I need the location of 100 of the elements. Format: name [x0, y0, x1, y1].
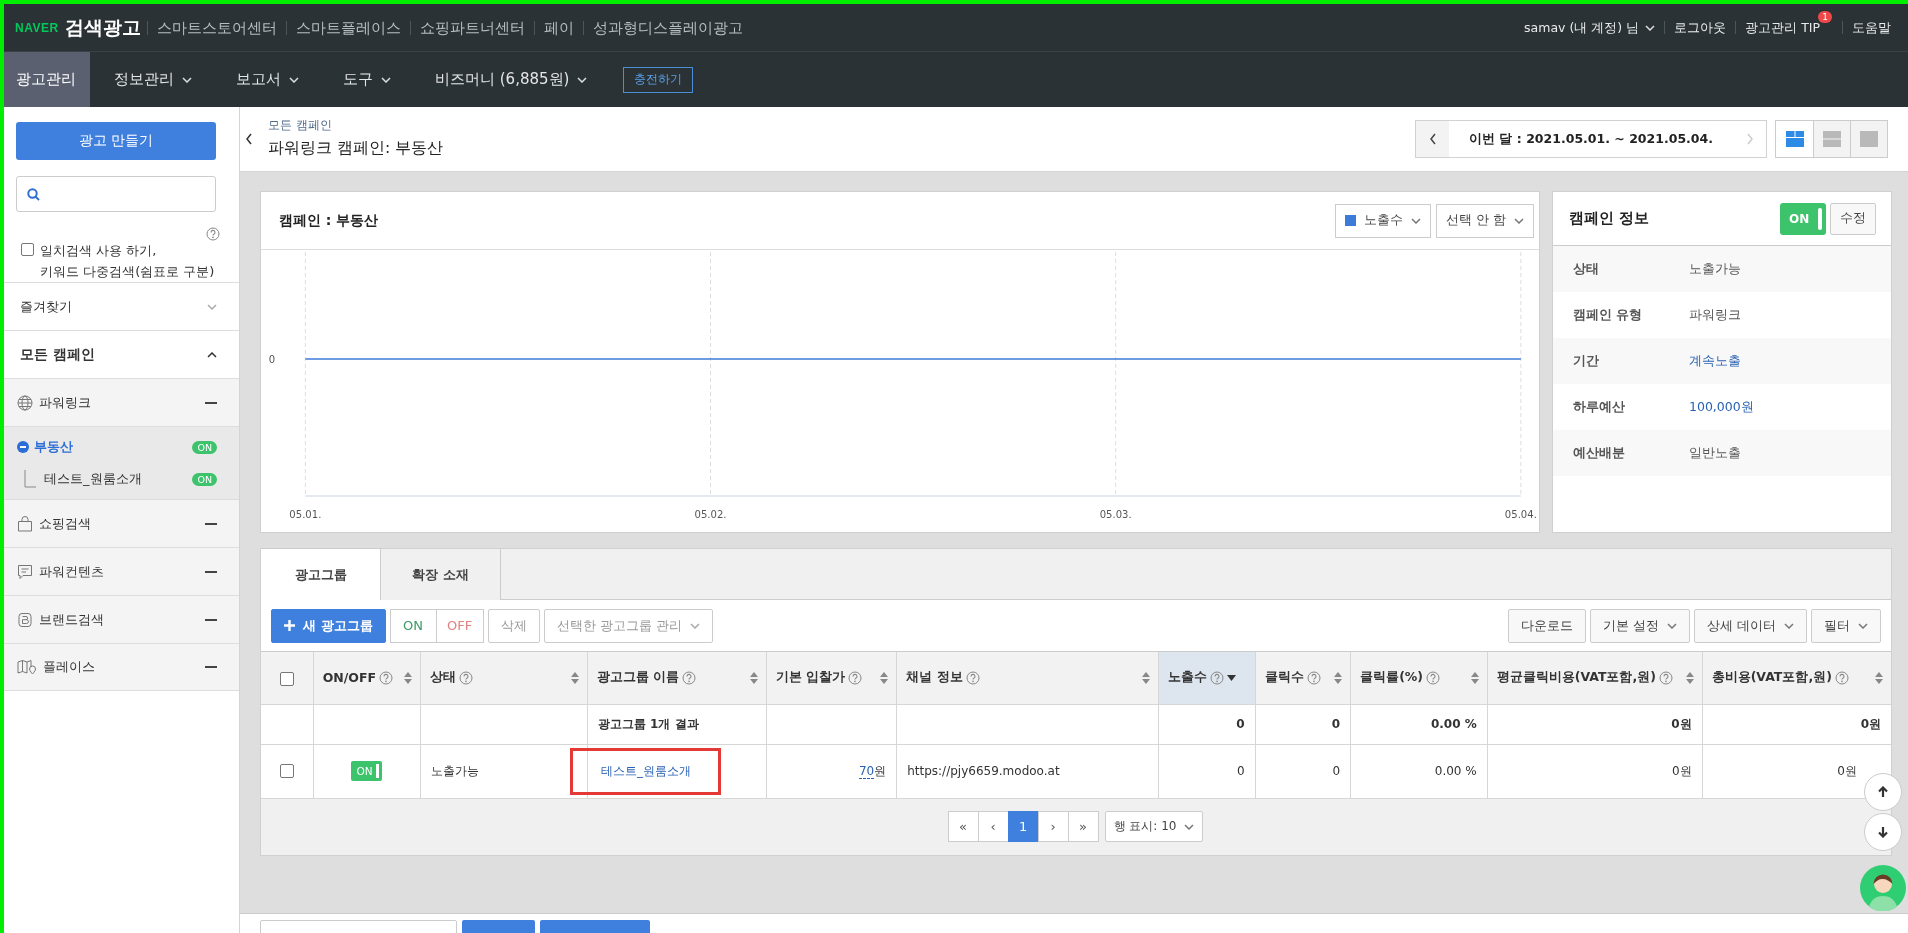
- table-cell: 0.00 %: [1350, 704, 1488, 744]
- user-menu[interactable]: samav (내 계정) 님: [1524, 21, 1640, 34]
- search-field[interactable]: [16, 176, 216, 212]
- top-link[interactable]: 쇼핑파트너센터: [409, 20, 534, 35]
- charge-button[interactable]: 충전하기: [623, 66, 694, 93]
- help-icon: [1210, 670, 1225, 685]
- unit-label: 원: [874, 763, 887, 778]
- create-ad-button[interactable]: 광고 만들기: [16, 122, 216, 160]
- speech-bubble-icon: [17, 563, 33, 580]
- table-cell: 노출가능: [420, 744, 588, 798]
- logout-link[interactable]: 로그아웃: [1664, 21, 1736, 34]
- minus-icon: [205, 666, 217, 668]
- previous-period-button[interactable]: [1416, 121, 1450, 157]
- view-mode-button[interactable]: [1850, 121, 1887, 157]
- field-label: 상태: [1573, 260, 1600, 278]
- tab[interactable]: 확장 소재: [381, 549, 501, 600]
- ad-group-item[interactable]: 테스트_원룸소개 ON: [4, 463, 239, 495]
- first-page-button[interactable]: «: [947, 811, 979, 843]
- top-link[interactable]: 스마트플레이스: [285, 20, 410, 35]
- nav-tab[interactable]: 도구: [331, 52, 411, 107]
- favorites-row[interactable]: 즐겨찾기: [4, 282, 239, 330]
- on-button[interactable]: ON: [389, 608, 437, 643]
- new-ad-group-button[interactable]: 새 광고그룹: [271, 608, 386, 643]
- campaign-type-label: 파워컨텐츠: [39, 562, 104, 581]
- nav-tab[interactable]: 보고서: [224, 52, 319, 107]
- campaign-type-row[interactable]: 플레이스: [4, 643, 239, 691]
- metric-dropdown[interactable]: 노출수: [1335, 203, 1432, 238]
- column-header[interactable]: ON/OFF: [313, 652, 421, 704]
- column-header[interactable]: 상태: [420, 652, 588, 704]
- options-dropdown[interactable]: 기본 설정: [1589, 608, 1690, 643]
- notification-badge: 1: [1818, 11, 1832, 23]
- options-dropdown[interactable]: 상세 데이터: [1693, 608, 1807, 643]
- tab[interactable]: 광고그룹: [261, 548, 381, 600]
- table-cell: https://pjy6659.modoo.at: [896, 744, 1159, 798]
- column-header[interactable]: 총비용(VAT포함,원): [1702, 652, 1891, 704]
- field-link[interactable]: 100,000원: [1689, 398, 1754, 416]
- column-header[interactable]: 광고그룹 이름: [587, 652, 767, 704]
- brand-icon: [17, 611, 33, 628]
- chevron-down-icon: [1858, 622, 1868, 629]
- checkbox[interactable]: [279, 764, 294, 779]
- help-icon: [1426, 670, 1441, 685]
- sort-icon: [1470, 671, 1479, 684]
- chat-avatar-icon[interactable]: [1860, 865, 1906, 911]
- field-link[interactable]: 계속노출: [1689, 352, 1741, 370]
- minus-icon: [205, 522, 217, 525]
- chevron-down-icon: [182, 76, 192, 83]
- view-mode-button[interactable]: [1813, 121, 1850, 157]
- page-size-dropdown[interactable]: 행 표시: 10: [1104, 811, 1204, 843]
- column-header[interactable]: 노출수: [1158, 652, 1256, 704]
- campaign-type-row[interactable]: 브랜드검색: [4, 595, 239, 643]
- table-cell: 0.00 %: [1350, 744, 1488, 798]
- naver-logo[interactable]: NAVER: [15, 20, 59, 35]
- column-header[interactable]: 평균클릭비용(VAT포함,원): [1487, 652, 1703, 704]
- campaign-type-row[interactable]: 쇼핑검색: [4, 499, 239, 547]
- page-title: 파워링크 캠페인: 부동산: [268, 138, 445, 159]
- chevron-down-icon: [689, 622, 700, 629]
- nav-tab[interactable]: 비즈머니 (6,885원): [423, 52, 608, 107]
- edit-button[interactable]: 수정: [1830, 202, 1876, 235]
- checkbox[interactable]: [280, 671, 295, 686]
- top-link[interactable]: 성과형디스플레이광고: [582, 20, 752, 35]
- help-icon: [682, 670, 697, 685]
- next-page-button[interactable]: ›: [1037, 811, 1069, 843]
- top-link[interactable]: 페이: [533, 20, 583, 35]
- last-page-button[interactable]: »: [1067, 811, 1099, 843]
- help-link[interactable]: 도움말: [1842, 21, 1900, 34]
- chevron-down-icon: [1666, 622, 1677, 629]
- chevron-right-icon: [1746, 133, 1753, 145]
- page-button[interactable]: 1: [1007, 811, 1039, 843]
- tip-link[interactable]: 광고관리 TIP: [1745, 20, 1820, 35]
- section-label: 모든 캠페인: [20, 345, 95, 364]
- campaign-type-row[interactable]: 파워링크: [4, 378, 239, 426]
- bid-link[interactable]: 70: [858, 763, 875, 779]
- column-header[interactable]: 클릭률(%): [1350, 652, 1488, 704]
- ad-group-link[interactable]: 테스트_원룸소개: [569, 747, 721, 795]
- column-header[interactable]: 채널 정보: [896, 652, 1159, 704]
- nav-tab[interactable]: 광고관리: [4, 52, 90, 107]
- field-value: 파워링크: [1689, 306, 1741, 324]
- compare-dropdown[interactable]: 선택 안 함: [1436, 203, 1534, 238]
- previous-page-button[interactable]: ‹: [977, 811, 1009, 843]
- campaign-type-label: 쇼핑검색: [39, 514, 91, 533]
- help-icon: [206, 227, 220, 241]
- table-cell: 0: [1255, 704, 1351, 744]
- download-button[interactable]: 다운로드: [1507, 608, 1586, 643]
- options-dropdown[interactable]: 필터: [1811, 608, 1881, 643]
- x-tick-label: 05.03.: [1099, 509, 1132, 520]
- sort-icon: [1875, 671, 1883, 684]
- checkbox[interactable]: [21, 243, 34, 256]
- top-link[interactable]: 스마트스토어센터: [146, 20, 286, 35]
- campaign-item[interactable]: 부동산 ON: [4, 431, 239, 463]
- minus-icon: [205, 570, 217, 573]
- column-header[interactable]: 기본 입찰가: [766, 652, 897, 704]
- tree-line-icon: [24, 470, 36, 488]
- breadcrumb-link[interactable]: 모든 캠페인: [268, 118, 1416, 133]
- service-title[interactable]: 검색광고: [64, 14, 141, 41]
- y-tick-label: 0: [268, 354, 276, 365]
- nav-tab[interactable]: 정보관리: [102, 52, 212, 107]
- status-badge: ON: [192, 472, 217, 486]
- column-header[interactable]: 클릭수: [1255, 652, 1351, 704]
- sort-icon: [1685, 671, 1694, 684]
- campaign-type-row[interactable]: 파워컨텐츠: [4, 547, 239, 595]
